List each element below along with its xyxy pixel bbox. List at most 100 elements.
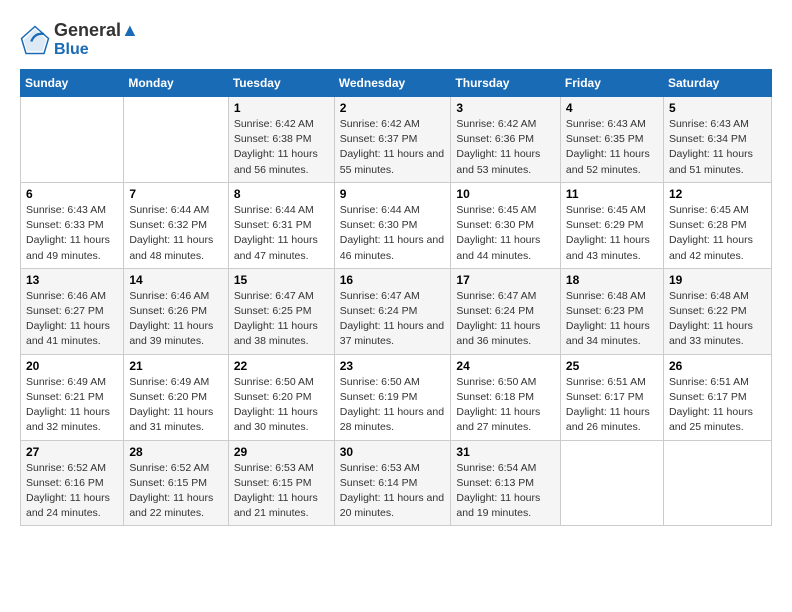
day-number: 9 (340, 187, 446, 201)
day-number: 6 (26, 187, 118, 201)
day-number: 3 (456, 101, 554, 115)
day-number: 10 (456, 187, 554, 201)
day-info: Sunrise: 6:53 AM Sunset: 6:15 PM Dayligh… (234, 461, 329, 522)
calendar-cell: 31 Sunrise: 6:54 AM Sunset: 6:13 PM Dayli… (451, 440, 560, 526)
calendar-cell: 10 Sunrise: 6:45 AM Sunset: 6:30 PM Dayli… (451, 182, 560, 268)
logo: General▲ Blue (20, 20, 139, 59)
calendar-cell (663, 440, 771, 526)
calendar-table: SundayMondayTuesdayWednesdayThursdayFrid… (20, 69, 772, 526)
calendar-cell: 12 Sunrise: 6:45 AM Sunset: 6:28 PM Dayli… (663, 182, 771, 268)
day-number: 26 (669, 359, 766, 373)
day-number: 4 (566, 101, 658, 115)
day-number: 28 (129, 445, 223, 459)
day-number: 24 (456, 359, 554, 373)
calendar-week-row: 27Sunrise: 6:52 AM Sunset: 6:16 PM Dayli… (21, 440, 772, 526)
day-of-week-header: Wednesday (334, 70, 451, 97)
calendar-cell (124, 97, 229, 183)
calendar-cell: 29 Sunrise: 6:53 AM Sunset: 6:15 PM Dayli… (228, 440, 334, 526)
day-info: Sunrise: 6:45 AM Sunset: 6:30 PM Dayligh… (456, 203, 554, 264)
calendar-cell: 4 Sunrise: 6:43 AM Sunset: 6:35 PM Daylig… (560, 97, 663, 183)
day-info: Sunrise: 6:49 AM Sunset: 6:21 PM Dayligh… (26, 375, 118, 436)
day-info: Sunrise: 6:43 AM Sunset: 6:33 PM Dayligh… (26, 203, 118, 264)
day-number: 14 (129, 273, 223, 287)
day-number: 25 (566, 359, 658, 373)
day-number: 29 (234, 445, 329, 459)
day-number: 20 (26, 359, 118, 373)
calendar-cell: 7Sunrise: 6:44 AM Sunset: 6:32 PM Daylig… (124, 182, 229, 268)
day-info: Sunrise: 6:43 AM Sunset: 6:34 PM Dayligh… (669, 117, 766, 178)
day-info: Sunrise: 6:54 AM Sunset: 6:13 PM Dayligh… (456, 461, 554, 522)
day-info: Sunrise: 6:43 AM Sunset: 6:35 PM Dayligh… (566, 117, 658, 178)
day-of-week-header: Thursday (451, 70, 560, 97)
calendar-cell: 3Sunrise: 6:42 AM Sunset: 6:36 PM Daylig… (451, 97, 560, 183)
day-number: 2 (340, 101, 446, 115)
day-number: 31 (456, 445, 554, 459)
day-number: 13 (26, 273, 118, 287)
day-number: 7 (129, 187, 223, 201)
calendar-cell: 11 Sunrise: 6:45 AM Sunset: 6:29 PM Dayli… (560, 182, 663, 268)
calendar-cell: 25 Sunrise: 6:51 AM Sunset: 6:17 PM Dayli… (560, 354, 663, 440)
calendar-cell: 24 Sunrise: 6:50 AM Sunset: 6:18 PM Dayli… (451, 354, 560, 440)
day-number: 22 (234, 359, 329, 373)
day-info: Sunrise: 6:46 AM Sunset: 6:26 PM Dayligh… (129, 289, 223, 350)
day-of-week-header: Friday (560, 70, 663, 97)
day-info: Sunrise: 6:46 AM Sunset: 6:27 PM Dayligh… (26, 289, 118, 350)
calendar-week-row: 1 Sunrise: 6:42 AM Sunset: 6:38 PM Daylig… (21, 97, 772, 183)
day-info: Sunrise: 6:51 AM Sunset: 6:17 PM Dayligh… (669, 375, 766, 436)
calendar-cell: 27Sunrise: 6:52 AM Sunset: 6:16 PM Dayli… (21, 440, 124, 526)
day-number: 18 (566, 273, 658, 287)
day-info: Sunrise: 6:49 AM Sunset: 6:20 PM Dayligh… (129, 375, 223, 436)
calendar-cell: 20 Sunrise: 6:49 AM Sunset: 6:21 PM Dayli… (21, 354, 124, 440)
day-info: Sunrise: 6:48 AM Sunset: 6:22 PM Dayligh… (669, 289, 766, 350)
calendar-cell: 1 Sunrise: 6:42 AM Sunset: 6:38 PM Daylig… (228, 97, 334, 183)
day-number: 23 (340, 359, 446, 373)
calendar-cell: 26 Sunrise: 6:51 AM Sunset: 6:17 PM Dayli… (663, 354, 771, 440)
calendar-cell: 17Sunrise: 6:47 AM Sunset: 6:24 PM Dayli… (451, 268, 560, 354)
calendar-cell: 8Sunrise: 6:44 AM Sunset: 6:31 PM Daylig… (228, 182, 334, 268)
day-number: 19 (669, 273, 766, 287)
calendar-cell: 28 Sunrise: 6:52 AM Sunset: 6:15 PM Dayli… (124, 440, 229, 526)
day-info: Sunrise: 6:52 AM Sunset: 6:15 PM Dayligh… (129, 461, 223, 522)
calendar-week-row: 6 Sunrise: 6:43 AM Sunset: 6:33 PM Daylig… (21, 182, 772, 268)
day-info: Sunrise: 6:42 AM Sunset: 6:37 PM Dayligh… (340, 117, 446, 178)
day-number: 5 (669, 101, 766, 115)
calendar-cell: 19 Sunrise: 6:48 AM Sunset: 6:22 PM Dayli… (663, 268, 771, 354)
day-info: Sunrise: 6:50 AM Sunset: 6:20 PM Dayligh… (234, 375, 329, 436)
calendar-cell: 14 Sunrise: 6:46 AM Sunset: 6:26 PM Dayli… (124, 268, 229, 354)
calendar-cell (21, 97, 124, 183)
day-info: Sunrise: 6:42 AM Sunset: 6:38 PM Dayligh… (234, 117, 329, 178)
calendar-cell: 21Sunrise: 6:49 AM Sunset: 6:20 PM Dayli… (124, 354, 229, 440)
day-of-week-header: Monday (124, 70, 229, 97)
day-info: Sunrise: 6:50 AM Sunset: 6:19 PM Dayligh… (340, 375, 446, 436)
day-number: 15 (234, 273, 329, 287)
logo-text: General▲ Blue (54, 20, 139, 59)
calendar-cell: 15 Sunrise: 6:47 AM Sunset: 6:25 PM Dayli… (228, 268, 334, 354)
calendar-cell: 5 Sunrise: 6:43 AM Sunset: 6:34 PM Daylig… (663, 97, 771, 183)
day-number: 12 (669, 187, 766, 201)
day-info: Sunrise: 6:47 AM Sunset: 6:24 PM Dayligh… (340, 289, 446, 350)
day-info: Sunrise: 6:53 AM Sunset: 6:14 PM Dayligh… (340, 461, 446, 522)
calendar-cell (560, 440, 663, 526)
calendar-week-row: 13 Sunrise: 6:46 AM Sunset: 6:27 PM Dayli… (21, 268, 772, 354)
day-info: Sunrise: 6:44 AM Sunset: 6:30 PM Dayligh… (340, 203, 446, 264)
day-info: Sunrise: 6:51 AM Sunset: 6:17 PM Dayligh… (566, 375, 658, 436)
calendar-cell: 2 Sunrise: 6:42 AM Sunset: 6:37 PM Daylig… (334, 97, 451, 183)
day-info: Sunrise: 6:47 AM Sunset: 6:24 PM Dayligh… (456, 289, 554, 350)
calendar-cell: 23 Sunrise: 6:50 AM Sunset: 6:19 PM Dayli… (334, 354, 451, 440)
calendar-cell: 22 Sunrise: 6:50 AM Sunset: 6:20 PM Dayli… (228, 354, 334, 440)
day-info: Sunrise: 6:45 AM Sunset: 6:29 PM Dayligh… (566, 203, 658, 264)
calendar-cell: 16 Sunrise: 6:47 AM Sunset: 6:24 PM Dayli… (334, 268, 451, 354)
calendar-cell: 13 Sunrise: 6:46 AM Sunset: 6:27 PM Dayli… (21, 268, 124, 354)
day-info: Sunrise: 6:45 AM Sunset: 6:28 PM Dayligh… (669, 203, 766, 264)
day-info: Sunrise: 6:47 AM Sunset: 6:25 PM Dayligh… (234, 289, 329, 350)
day-number: 27 (26, 445, 118, 459)
day-info: Sunrise: 6:48 AM Sunset: 6:23 PM Dayligh… (566, 289, 658, 350)
day-info: Sunrise: 6:50 AM Sunset: 6:18 PM Dayligh… (456, 375, 554, 436)
calendar-cell: 18 Sunrise: 6:48 AM Sunset: 6:23 PM Dayli… (560, 268, 663, 354)
logo-icon (20, 25, 50, 55)
day-info: Sunrise: 6:44 AM Sunset: 6:31 PM Dayligh… (234, 203, 329, 264)
day-number: 1 (234, 101, 329, 115)
calendar-cell: 30Sunrise: 6:53 AM Sunset: 6:14 PM Dayli… (334, 440, 451, 526)
day-number: 11 (566, 187, 658, 201)
day-number: 16 (340, 273, 446, 287)
